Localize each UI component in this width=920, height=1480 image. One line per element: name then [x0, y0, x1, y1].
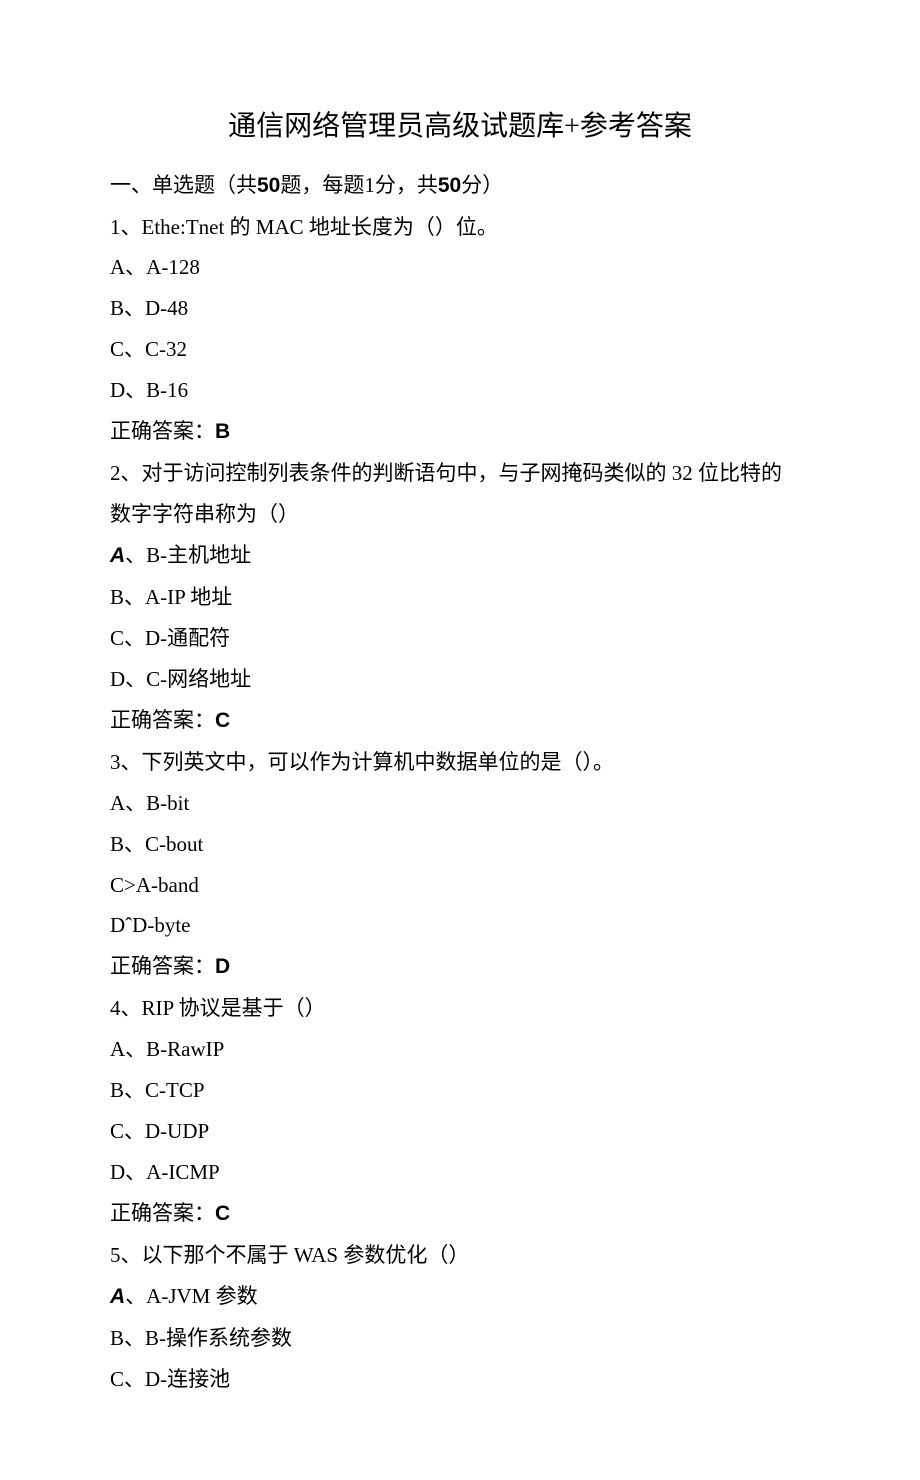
- q5-option-c: C、D-连接池: [110, 1359, 810, 1400]
- section-prefix: 一、单选题（共: [110, 173, 257, 197]
- q4-answer: 正确答案：C: [110, 1193, 810, 1235]
- q2-option-a-rest: 、B-主机地址: [125, 543, 251, 567]
- q1-option-d: D、B-16: [110, 370, 810, 411]
- q1-answer-value: B: [215, 420, 230, 443]
- q3-answer-label: 正确答案：: [110, 954, 215, 978]
- q2-option-d: D、C-网络地址: [110, 659, 810, 700]
- q3-answer-value: D: [215, 955, 230, 978]
- q2-answer: 正确答案：C: [110, 700, 810, 742]
- q5-stem: 5、以下那个不属于 WAS 参数优化（）: [110, 1235, 810, 1276]
- q2-option-a: A、B-主机地址: [110, 535, 810, 577]
- section-mid1: 题，每题: [280, 173, 364, 197]
- q2-answer-label: 正确答案：: [110, 708, 215, 732]
- section-count1: 50: [257, 174, 280, 197]
- q1-option-c: C、C-32: [110, 329, 810, 370]
- page-title: 通信网络管理员高级试题库+参考答案: [110, 100, 810, 155]
- q1-answer-label: 正确答案：: [110, 419, 215, 443]
- q4-option-b: B、C-TCP: [110, 1070, 810, 1111]
- q2-stem-line1: 2、对于访问控制列表条件的判断语句中，与子网掩码类似的 32 位比特的: [110, 453, 810, 494]
- q3-option-a: A、B-bit: [110, 783, 810, 824]
- q4-option-c: C、D-UDP: [110, 1111, 810, 1152]
- q4-answer-label: 正确答案：: [110, 1201, 215, 1225]
- q4-option-d: D、A-ICMP: [110, 1152, 810, 1193]
- section-points: 1: [364, 173, 375, 197]
- q2-stem-line2: 数字字符串称为（）: [110, 494, 810, 535]
- section-header: 一、单选题（共50题，每题1分，共50分）: [110, 165, 810, 207]
- q1-stem: 1、Ethe:Tnet 的 MAC 地址长度为（）位。: [110, 207, 810, 248]
- q2-option-b: B、A-IP 地址: [110, 577, 810, 618]
- q5-option-b: B、B-操作系统参数: [110, 1318, 810, 1359]
- q2-answer-value: C: [215, 709, 230, 732]
- q5-option-a: A、A-JVM 参数: [110, 1276, 810, 1318]
- q3-option-d: DˆD-byte: [110, 905, 810, 946]
- q3-option-b: B、C-bout: [110, 824, 810, 865]
- q1-option-a: A、A-128: [110, 247, 810, 288]
- q1-option-b: B、D-48: [110, 288, 810, 329]
- q5-option-a-letter: A: [110, 1285, 125, 1308]
- section-suffix: 分）: [461, 173, 503, 197]
- q3-answer: 正确答案：D: [110, 946, 810, 988]
- q2-option-a-letter: A: [110, 544, 125, 567]
- section-mid2: 分，共: [375, 173, 438, 197]
- q3-option-c: C>A-band: [110, 865, 810, 906]
- q5-option-a-rest: 、A-JVM 参数: [125, 1284, 257, 1308]
- q4-option-a: A、B-RawIP: [110, 1029, 810, 1070]
- q4-stem: 4、RIP 协议是基于（）: [110, 988, 810, 1029]
- q2-option-c: C、D-通配符: [110, 618, 810, 659]
- q1-answer: 正确答案：B: [110, 411, 810, 453]
- q3-stem: 3、下列英文中，可以作为计算机中数据单位的是（）。: [110, 742, 810, 783]
- q4-answer-value: C: [215, 1202, 230, 1225]
- section-count2: 50: [438, 174, 461, 197]
